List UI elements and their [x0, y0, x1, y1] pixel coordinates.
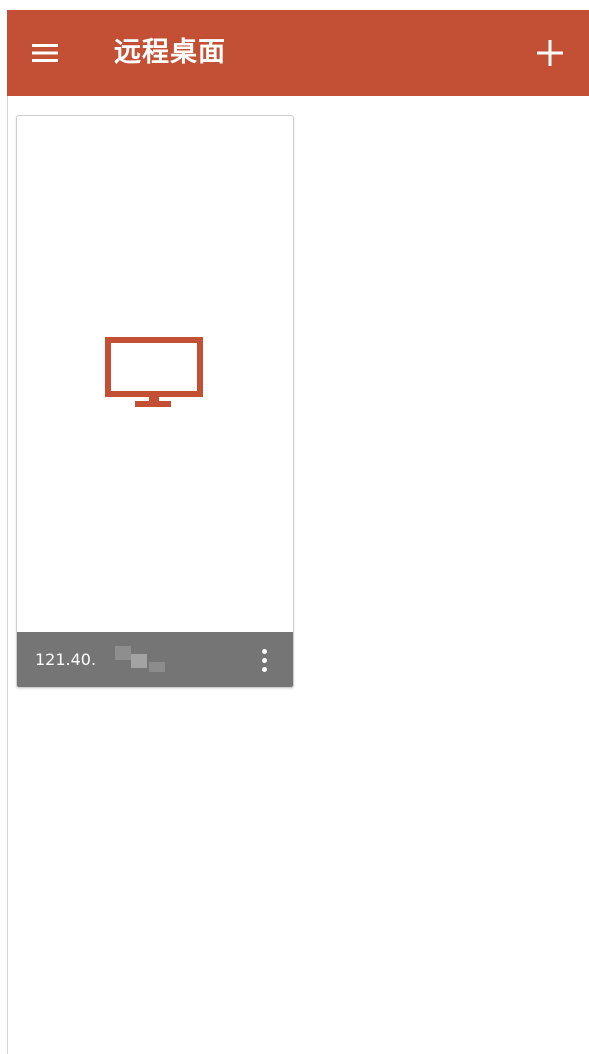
tile-preview — [17, 116, 293, 632]
monitor-icon — [105, 337, 203, 407]
left-divider — [7, 96, 8, 1054]
redacted-address-part — [131, 654, 147, 668]
redacted-address-part — [149, 662, 165, 672]
tile-footer: 121.40. — [17, 632, 293, 687]
page-title: 远程桌面 — [114, 37, 226, 68]
add-connection-button[interactable] — [531, 34, 569, 72]
status-bar-area — [0, 0, 589, 10]
redacted-address-part — [115, 646, 131, 660]
connection-address: 121.40. — [35, 650, 97, 669]
hamburger-menu-icon — [32, 44, 58, 62]
plus-icon — [537, 40, 563, 66]
app-bar: 远程桌面 — [7, 10, 589, 96]
navigation-menu-button[interactable] — [27, 35, 63, 71]
connection-more-button[interactable] — [253, 642, 275, 678]
connection-tile[interactable]: 121.40. — [16, 115, 294, 688]
more-vertical-icon — [261, 648, 267, 654]
